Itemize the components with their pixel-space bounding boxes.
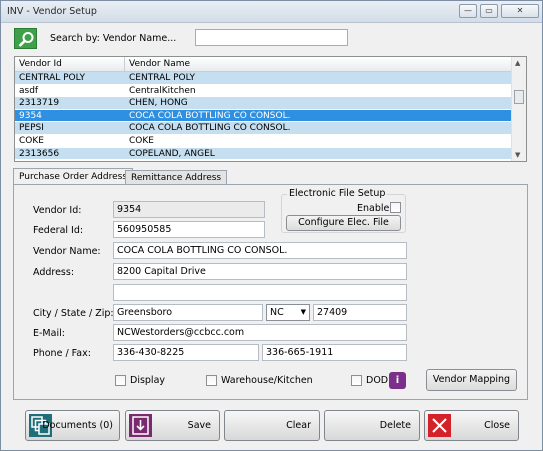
electronic-file-title: Electronic File Setup bbox=[287, 188, 388, 199]
column-header-vendor-id[interactable]: Vendor Id bbox=[19, 59, 62, 69]
tab-remittance-address[interactable]: Remittance Address bbox=[125, 170, 228, 185]
vendor-id-field: 9354 bbox=[113, 201, 265, 218]
search-icon bbox=[18, 32, 34, 47]
cell-vendor-id: COKE bbox=[19, 135, 44, 146]
vendor-setup-window: INV - Vendor Setup — ▭ ✕ Search by: Vend… bbox=[0, 0, 543, 451]
dod-checkbox[interactable] bbox=[351, 375, 362, 386]
cell-vendor-name: COCA COLA BOTTLING CO CONSOL. bbox=[129, 110, 291, 121]
search-input[interactable] bbox=[195, 29, 348, 46]
chevron-down-icon: ▼ bbox=[300, 308, 306, 316]
display-checkbox[interactable] bbox=[115, 375, 126, 386]
vendor-mapping-button[interactable]: Vendor Mapping bbox=[426, 369, 517, 391]
save-button[interactable]: Save bbox=[125, 410, 220, 441]
cell-vendor-name: CHEN, HONG bbox=[129, 98, 188, 109]
grid-header: Vendor Id Vendor Name bbox=[15, 57, 512, 72]
vendor-grid[interactable]: Vendor Id Vendor Name CENTRAL POLY CENTRA… bbox=[14, 56, 527, 162]
enable-label: Enable bbox=[357, 203, 390, 214]
cell-vendor-name: CentralKitchen bbox=[129, 85, 196, 96]
phone-field[interactable]: 336-430-8225 bbox=[113, 344, 259, 361]
minimize-button[interactable]: — bbox=[459, 4, 477, 18]
window-title: INV - Vendor Setup bbox=[7, 6, 97, 17]
column-header-vendor-name[interactable]: Vendor Name bbox=[129, 59, 190, 69]
federal-id-field[interactable]: 560950585 bbox=[113, 221, 265, 238]
enable-checkbox[interactable] bbox=[390, 202, 401, 213]
warehouse-kitchen-label: Warehouse/Kitchen bbox=[221, 375, 313, 386]
table-row[interactable]: 2313719 CHEN, HONG bbox=[15, 97, 512, 110]
clear-button[interactable]: Clear bbox=[224, 410, 320, 441]
vendor-id-label: Vendor Id: bbox=[33, 205, 82, 216]
table-row[interactable]: asdf CentralKitchen bbox=[15, 85, 512, 98]
address-line1-field[interactable]: 8200 Capital Drive bbox=[113, 263, 407, 280]
zip-field[interactable]: 27409 bbox=[313, 304, 407, 321]
address-line2-field[interactable] bbox=[113, 284, 407, 301]
cell-vendor-id: asdf bbox=[19, 85, 39, 96]
email-label: E-Mail: bbox=[33, 328, 65, 339]
info-icon[interactable]: i bbox=[389, 372, 406, 389]
cell-vendor-name: CENTRAL POLY bbox=[129, 73, 195, 83]
grid-scrollbar[interactable]: ▲ ▼ bbox=[511, 57, 526, 161]
federal-id-label: Federal Id: bbox=[33, 225, 84, 236]
table-row[interactable]: 2313656 COPELAND, ANGEL bbox=[15, 147, 512, 161]
table-row[interactable]: 9354 COCA COLA BOTTLING CO CONSOL. bbox=[15, 109, 512, 123]
cell-vendor-id: PEPSI bbox=[19, 123, 44, 134]
maximize-button[interactable]: ▭ bbox=[480, 4, 498, 18]
documents-label: Documents (0) bbox=[42, 420, 113, 431]
documents-button[interactable]: Documents (0) bbox=[25, 410, 120, 441]
city-state-zip-label: City / State / Zip: bbox=[33, 308, 114, 319]
vendor-name-field[interactable]: COCA COLA BOTTLING CO CONSOL. bbox=[113, 242, 407, 259]
cell-vendor-id: 2313719 bbox=[19, 98, 60, 109]
cell-vendor-name: COKE bbox=[129, 135, 154, 146]
save-label: Save bbox=[187, 420, 211, 431]
table-row[interactable]: PEPSI COCA COLA BOTTLING CO CONSOL. bbox=[15, 122, 512, 135]
address-label: Address: bbox=[33, 267, 75, 278]
close-button[interactable]: Close bbox=[424, 410, 519, 441]
table-row[interactable]: COKE COKE bbox=[15, 135, 512, 148]
phone-fax-label: Phone / Fax: bbox=[33, 348, 91, 359]
delete-label: Delete bbox=[379, 420, 411, 431]
city-field[interactable]: Greensboro bbox=[113, 304, 263, 321]
cell-vendor-name: COPELAND, ANGEL bbox=[129, 148, 215, 159]
close-x-icon bbox=[428, 414, 451, 437]
email-field[interactable]: NCWestorders@ccbcc.com bbox=[113, 324, 407, 341]
configure-elec-file-button[interactable]: Configure Elec. File bbox=[286, 215, 401, 231]
title-bar: INV - Vendor Setup — ▭ ✕ bbox=[1, 1, 542, 23]
column-separator bbox=[124, 57, 125, 72]
dod-label: DOD bbox=[366, 375, 389, 386]
search-label: Search by: Vendor Name... bbox=[50, 33, 177, 44]
state-select[interactable]: NC ▼ bbox=[266, 304, 310, 321]
grid-rows: CENTRAL POLY CENTRAL POLY asdf CentralKitc… bbox=[15, 72, 512, 161]
cell-vendor-id: 2313656 bbox=[19, 148, 60, 159]
scrollbar-thumb[interactable] bbox=[514, 90, 524, 104]
vendor-name-label: Vendor Name: bbox=[33, 246, 101, 257]
tab-purchase-order-address[interactable]: Purchase Order Address bbox=[13, 168, 134, 185]
table-row[interactable]: CENTRAL POLY CENTRAL POLY bbox=[15, 72, 512, 85]
fax-field[interactable]: 336-665-1911 bbox=[262, 344, 407, 361]
clear-label: Clear bbox=[286, 420, 311, 431]
cell-vendor-id: CENTRAL POLY bbox=[19, 73, 85, 83]
cell-vendor-name: COCA COLA BOTTLING CO CONSOL. bbox=[129, 123, 291, 134]
warehouse-kitchen-checkbox[interactable] bbox=[206, 375, 217, 386]
cell-vendor-id: 9354 bbox=[19, 110, 42, 121]
delete-button[interactable]: Delete bbox=[324, 410, 420, 441]
save-icon bbox=[129, 414, 152, 437]
scroll-down-icon[interactable]: ▼ bbox=[515, 151, 520, 159]
close-window-button[interactable]: ✕ bbox=[501, 4, 539, 18]
close-label: Close bbox=[484, 420, 510, 431]
scroll-up-icon[interactable]: ▲ bbox=[515, 59, 520, 67]
display-label: Display bbox=[130, 375, 166, 386]
state-value: NC bbox=[270, 307, 284, 318]
search-button[interactable] bbox=[14, 28, 37, 49]
